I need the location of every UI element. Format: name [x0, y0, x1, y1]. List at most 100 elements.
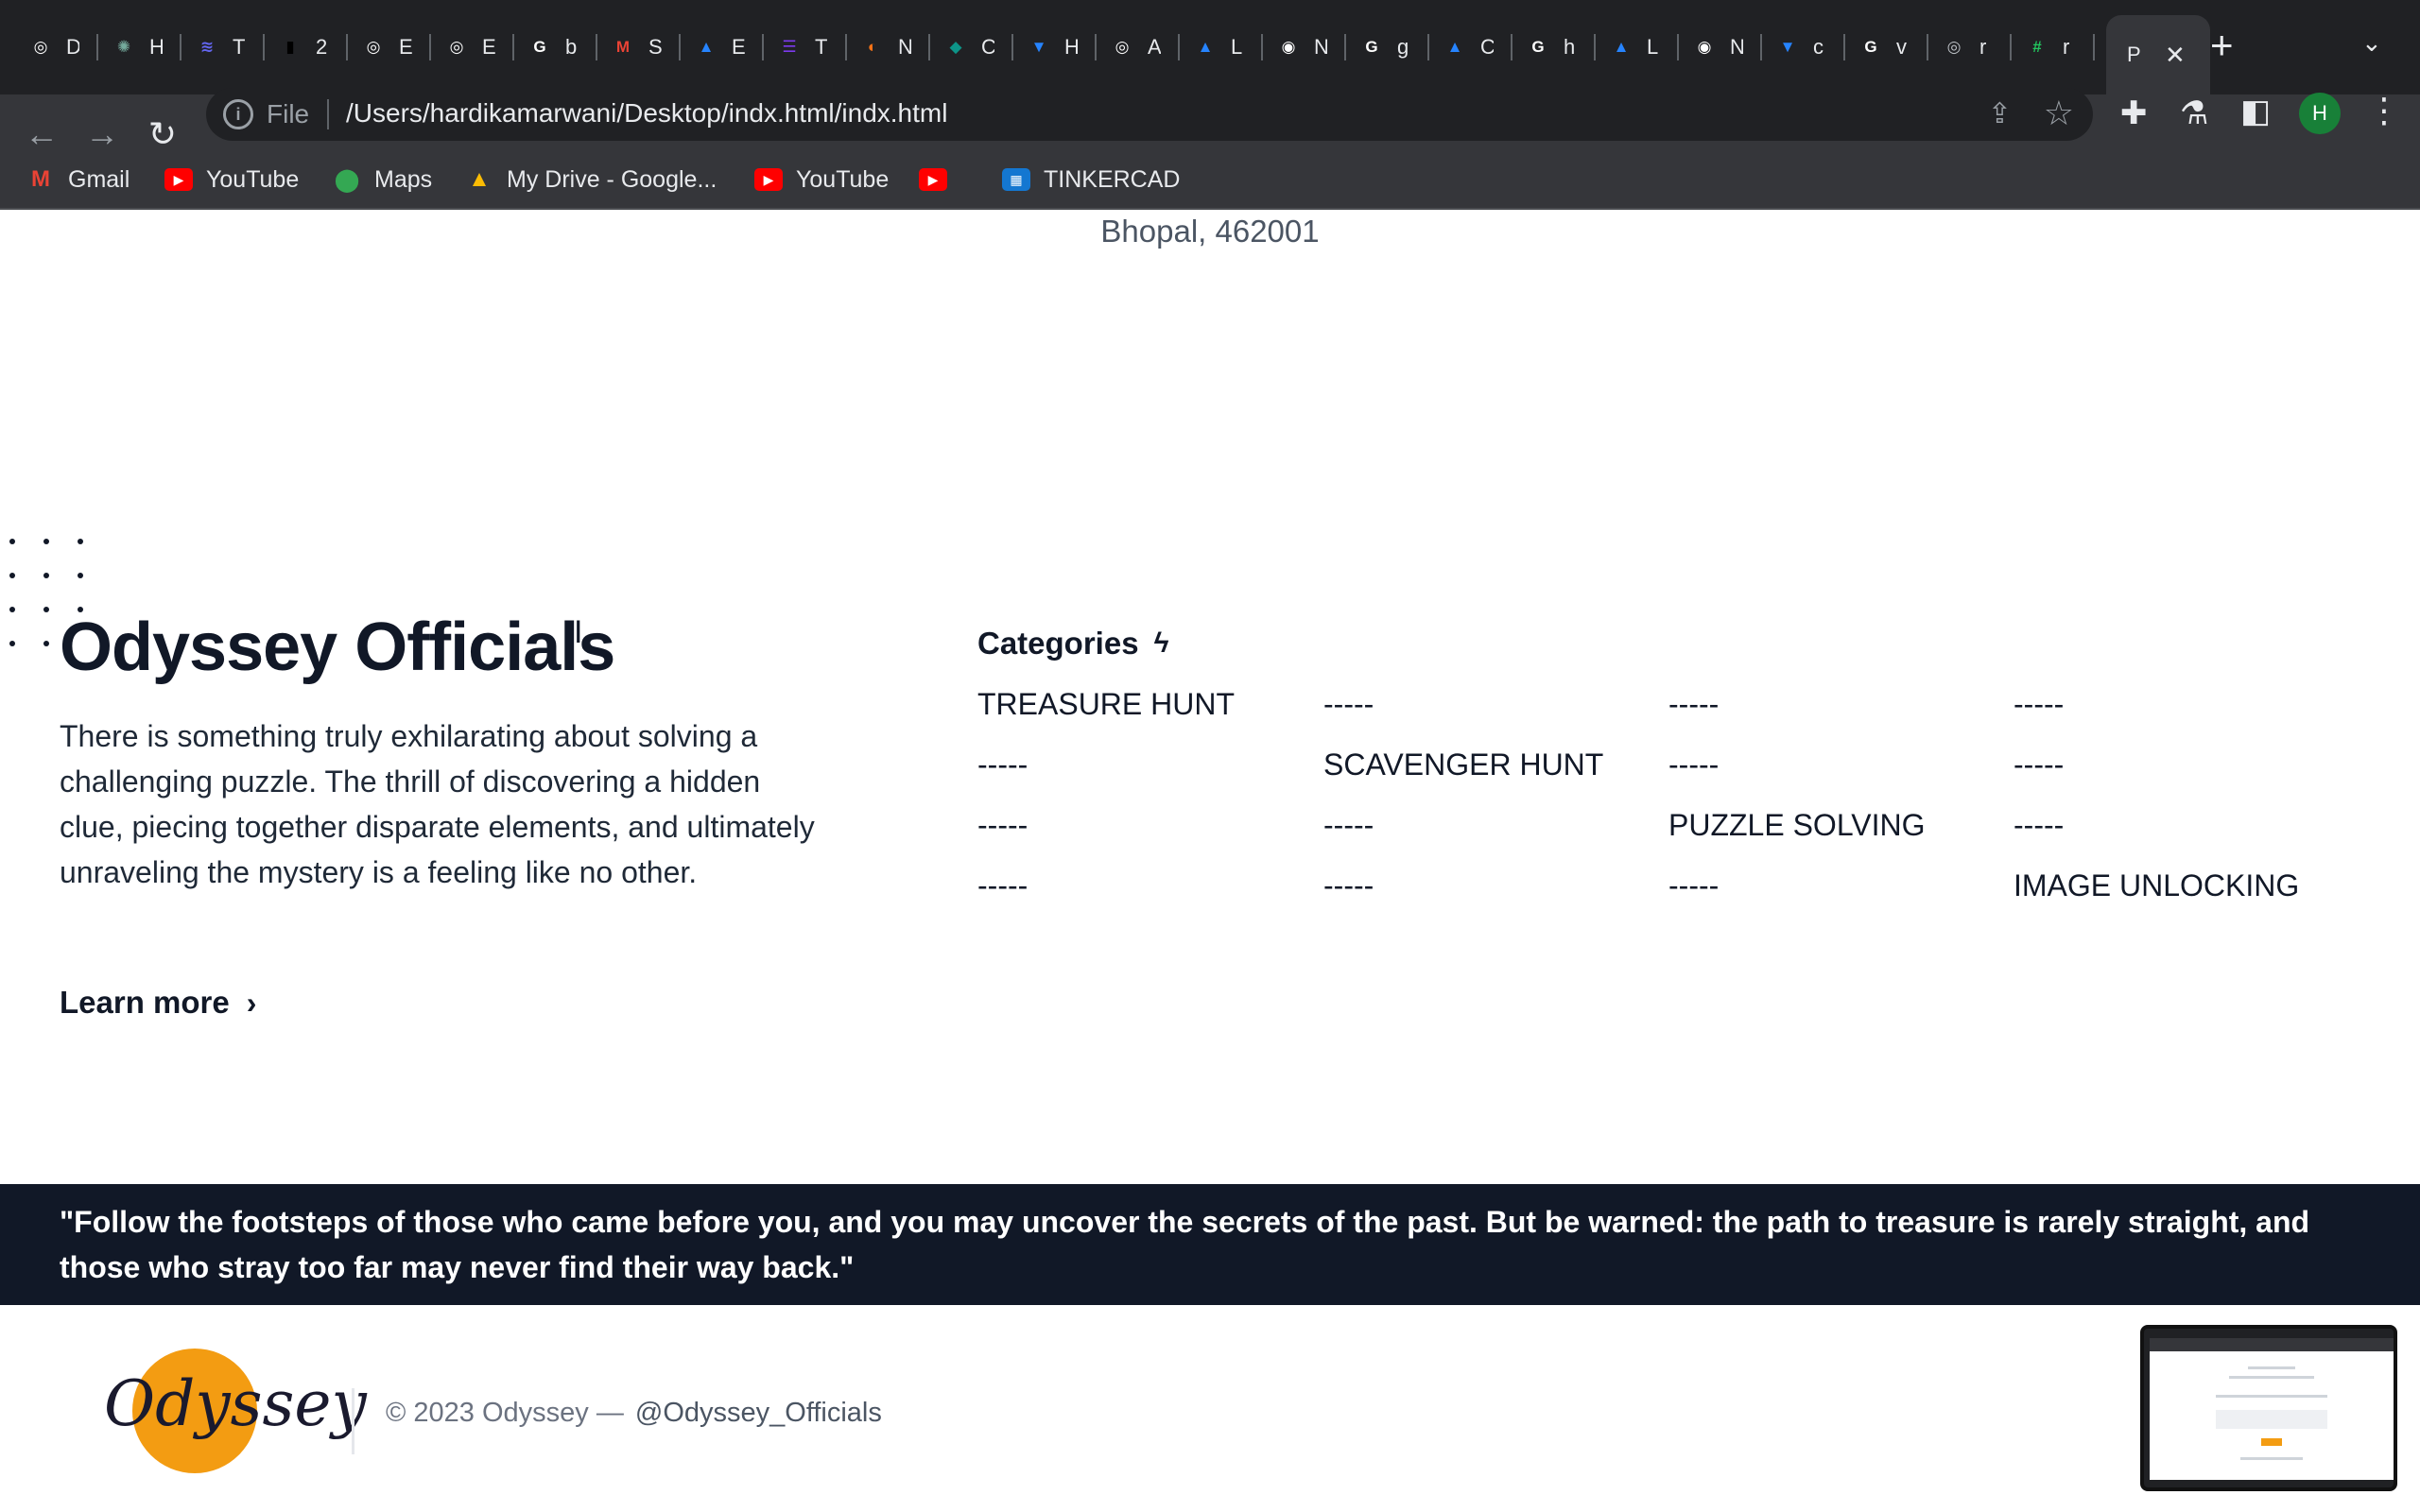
thumbnail-line — [2248, 1366, 2295, 1369]
google-icon: G — [1864, 38, 1877, 56]
tab-19[interactable]: ▲ L — [1598, 21, 1679, 74]
learn-more-link[interactable]: Learn more › — [60, 985, 256, 1021]
footer-copyright: © 2023 Odyssey — @Odyssey_Officials — [386, 1398, 882, 1429]
hashtag-icon: # — [2032, 38, 2042, 56]
tab-9[interactable]: ☰ T — [766, 21, 847, 74]
tab-10[interactable]: ◐ N — [849, 21, 930, 74]
dot — [43, 641, 49, 646]
tab-4[interactable]: ◎ E — [350, 21, 431, 74]
bookmark-2[interactable]: ⬤ Maps — [333, 163, 433, 197]
tab-1[interactable]: ✺ H — [100, 21, 182, 74]
extensions-puzzle-icon[interactable]: ✚ — [2120, 94, 2148, 132]
category-row: ----- SCAVENGER HUNT ----- ----- — [977, 747, 2395, 804]
tab-title: N — [1314, 35, 1327, 59]
tab-separator — [2093, 34, 2095, 60]
bookmark-label: My Drive - Google... — [507, 165, 717, 193]
side-panel-icon[interactable]: ◧ — [2240, 93, 2271, 130]
reload-icon[interactable]: ↻ — [140, 112, 185, 157]
tab-6[interactable]: Gb — [516, 21, 597, 74]
category-cell: ----- — [1668, 868, 1720, 902]
window-preview-thumbnail[interactable] — [2140, 1325, 2397, 1491]
bookmark-6[interactable]: ▦ TINKERCAD — [1002, 163, 1180, 197]
tab-separator — [762, 34, 764, 60]
thumbnail-button — [2261, 1438, 2282, 1446]
url-divider — [327, 99, 329, 129]
bookmark-star-icon[interactable]: ☆ — [2044, 94, 2074, 133]
address-bar[interactable]: i File /Users/hardikamarwani/Desktop/ind… — [206, 88, 2093, 141]
back-arrow-icon[interactable]: ← — [19, 112, 64, 157]
odyssey-logo[interactable]: Odyssey — [104, 1349, 367, 1477]
globe-icon: ◎ — [1946, 38, 1962, 56]
bookmark-1[interactable]: ▶ YouTube — [164, 163, 299, 197]
tab-title: E — [732, 35, 745, 59]
atlassian-icon: ▲ — [1446, 38, 1463, 56]
bookmarks-bar: M Gmail ▶ YouTube ⬤ Maps ▲ My Drive - Google...… — [0, 151, 2420, 208]
maps-icon: ⬤ — [334, 166, 360, 193]
tab-20[interactable]: ◉ N — [1681, 21, 1762, 74]
tab-2[interactable]: ≋ T — [183, 21, 265, 74]
tab-title: T — [815, 35, 828, 59]
tab-title: E — [482, 35, 495, 59]
labs-flask-icon[interactable]: ⚗ — [2180, 94, 2208, 132]
bookmark-3[interactable]: ▲ My Drive - Google... — [465, 163, 717, 197]
tab-11[interactable]: ◆ C — [932, 21, 1013, 74]
category-cell: ----- — [2014, 747, 2065, 782]
tab-18[interactable]: Gh — [1514, 21, 1596, 74]
logo-wordmark: Odyssey — [104, 1367, 367, 1440]
address-line: Bhopal, 462001 — [1100, 214, 1320, 249]
tab-22[interactable]: Gv — [1847, 21, 1928, 74]
chrome-icon: ◉ — [1697, 38, 1712, 56]
tab-23[interactable]: ◎ r — [1930, 21, 2012, 74]
close-tab-icon[interactable]: ✕ — [2165, 41, 2186, 70]
category-cell: ----- — [1668, 747, 1720, 782]
globe-icon: ◎ — [366, 38, 381, 56]
info-icon[interactable]: i — [223, 99, 253, 129]
tab-7[interactable]: MS — [599, 21, 681, 74]
dot — [78, 573, 83, 578]
tab-separator — [1511, 34, 1512, 60]
tab-3[interactable]: ▮ 2 — [267, 21, 348, 74]
category-cell[interactable]: TREASURE HUNT — [977, 687, 1235, 722]
social-handle-link[interactable]: @Odyssey_Officials — [635, 1398, 882, 1428]
tab-title: b — [565, 35, 578, 59]
bookmark-0[interactable]: M Gmail — [26, 163, 130, 197]
tab-separator — [1677, 34, 1679, 60]
bookmark-5[interactable]: ▶ — [919, 163, 960, 197]
tab-17[interactable]: ▲ C — [1431, 21, 1512, 74]
youtube-icon: ▶ — [754, 168, 783, 191]
forward-arrow-icon[interactable]: → — [79, 112, 125, 157]
dot — [43, 607, 49, 612]
tab-24[interactable]: # r — [2014, 21, 2095, 74]
eclipse-icon: ◐ — [867, 38, 878, 56]
tab-title: h — [1564, 35, 1576, 59]
tab-separator — [429, 34, 431, 60]
url-text[interactable]: /Users/hardikamarwani/Desktop/indx.html/… — [346, 98, 947, 129]
category-cell[interactable]: SCAVENGER HUNT — [1323, 747, 1603, 782]
bookmark-4[interactable]: ▶ YouTube — [754, 163, 889, 197]
tab-8[interactable]: ▲ E — [683, 21, 764, 74]
globe-icon: ◎ — [1115, 38, 1130, 56]
tab-title: 2 — [316, 35, 328, 59]
share-icon[interactable]: ⇪ — [1988, 97, 2012, 130]
tab-title: N — [1730, 35, 1743, 59]
kebab-menu-icon[interactable]: ⋮ — [2367, 91, 2401, 130]
tab-21[interactable]: ▼ c — [1764, 21, 1845, 74]
tab-16[interactable]: Gg — [1348, 21, 1429, 74]
google-icon: G — [533, 38, 546, 56]
tab-15[interactable]: ◉ N — [1265, 21, 1346, 74]
new-tab-button[interactable]: + — [2210, 25, 2234, 66]
categories-heading: Categories ϟ — [977, 626, 1168, 662]
category-cell[interactable]: PUZZLE SOLVING — [1668, 808, 1925, 843]
profile-avatar[interactable]: H — [2299, 93, 2341, 134]
tab-search-icon[interactable]: ⌄ — [2361, 28, 2382, 58]
tab-active[interactable]: P ✕ — [2106, 15, 2210, 94]
copyright-text: © 2023 Odyssey — — [386, 1398, 624, 1428]
tab-13[interactable]: ◎ A — [1098, 21, 1180, 74]
tab-12[interactable]: ▼ H — [1015, 21, 1097, 74]
tab-5[interactable]: ◎ E — [433, 21, 514, 74]
tab-14[interactable]: ▲ L — [1182, 21, 1263, 74]
category-cell[interactable]: IMAGE UNLOCKING — [2014, 868, 2299, 903]
tab-separator — [679, 34, 681, 60]
bookmark-label: YouTube — [796, 165, 890, 193]
tab-0[interactable]: ◎ D — [17, 21, 98, 74]
